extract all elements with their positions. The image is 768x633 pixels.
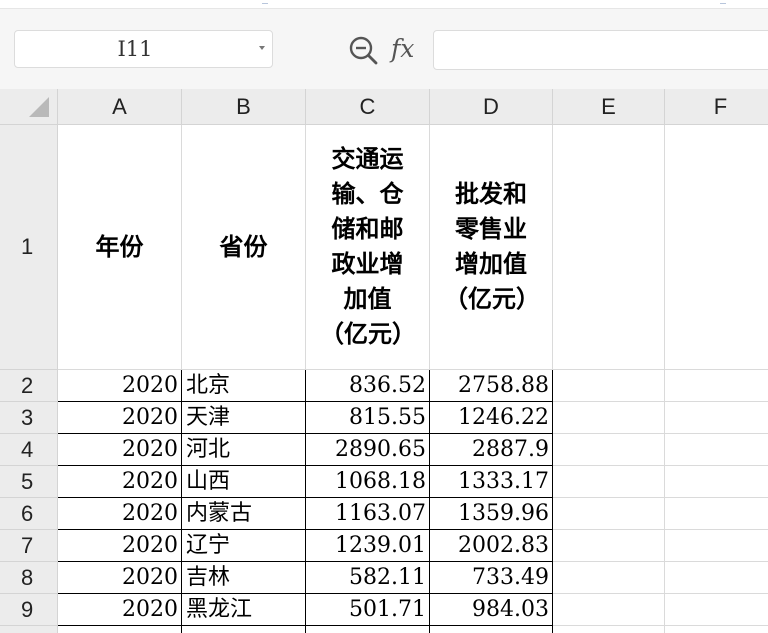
select-all-icon <box>29 97 49 117</box>
row-header-9[interactable]: 9 <box>0 594 58 626</box>
cell-d1-text: 批发和零售业增加值（亿元） <box>444 180 540 313</box>
cell-e4[interactable] <box>553 434 665 466</box>
cell-e1[interactable] <box>553 125 665 370</box>
cell-c1-text: 交通运输、仓储和邮政业增加值（亿元） <box>320 145 416 348</box>
zoom-search-icon[interactable] <box>348 35 378 65</box>
formula-input[interactable] <box>433 30 768 70</box>
row-header-2[interactable]: 2 <box>0 370 58 402</box>
cell-b4[interactable]: 河北 <box>182 434 306 466</box>
cell-a1[interactable]: 年份 <box>58 125 182 370</box>
column-header-f[interactable]: F <box>665 89 768 125</box>
cell-b1-text: 省份 <box>219 232 268 261</box>
column-header-c[interactable]: C <box>306 89 430 125</box>
cell-e8[interactable] <box>553 562 665 594</box>
row-header-next[interactable] <box>0 626 58 633</box>
cell-a9[interactable]: 2020 <box>58 594 182 626</box>
cell-b2[interactable]: 北京 <box>182 370 306 402</box>
cell-a5[interactable]: 2020 <box>58 466 182 498</box>
cell-c5[interactable]: 1068.18 <box>306 466 430 498</box>
cell-f9[interactable] <box>665 594 768 626</box>
cell-a2[interactable]: 2020 <box>58 370 182 402</box>
spreadsheet-grid: A B C D E F 1 2 3 4 5 6 7 8 9 年份 省份 交通运输… <box>0 89 768 633</box>
cell-d7[interactable]: 2002.83 <box>430 530 553 562</box>
name-box[interactable]: I11 <box>14 30 273 68</box>
cell-a8[interactable]: 2020 <box>58 562 182 594</box>
cell-a3[interactable]: 2020 <box>58 402 182 434</box>
cell-e6[interactable] <box>553 498 665 530</box>
cell-e3[interactable] <box>553 402 665 434</box>
cell-e9[interactable] <box>553 594 665 626</box>
cell-f4[interactable] <box>665 434 768 466</box>
window-top-strip <box>0 0 768 9</box>
cell-d9[interactable]: 984.03 <box>430 594 553 626</box>
row-header-8[interactable]: 8 <box>0 562 58 594</box>
cell-d4[interactable]: 2887.9 <box>430 434 553 466</box>
cell-e10[interactable] <box>553 626 665 633</box>
cell-b1[interactable]: 省份 <box>182 125 306 370</box>
cell-f6[interactable] <box>665 498 768 530</box>
column-header-d[interactable]: D <box>430 89 553 125</box>
select-all-corner[interactable] <box>0 89 58 125</box>
cell-f5[interactable] <box>665 466 768 498</box>
top-strip-marker <box>720 0 726 4</box>
cell-c2[interactable]: 836.52 <box>306 370 430 402</box>
cell-e7[interactable] <box>553 530 665 562</box>
top-strip-marker <box>262 0 268 4</box>
row-header-7[interactable]: 7 <box>0 530 58 562</box>
cell-a6[interactable]: 2020 <box>58 498 182 530</box>
row-header-5[interactable]: 5 <box>0 466 58 498</box>
row-header-1[interactable]: 1 <box>0 125 58 370</box>
cell-c6[interactable]: 1163.07 <box>306 498 430 530</box>
cell-c3[interactable]: 815.55 <box>306 402 430 434</box>
cell-d6[interactable]: 1359.96 <box>430 498 553 530</box>
cell-d3[interactable]: 1246.22 <box>430 402 553 434</box>
cell-c10[interactable] <box>306 626 430 633</box>
cell-c4[interactable]: 2890.65 <box>306 434 430 466</box>
cell-f2[interactable] <box>665 370 768 402</box>
cell-a7[interactable]: 2020 <box>58 530 182 562</box>
cell-a4[interactable]: 2020 <box>58 434 182 466</box>
formula-toolbar: I11 fx <box>0 9 768 89</box>
cell-f3[interactable] <box>665 402 768 434</box>
cell-d5[interactable]: 1333.17 <box>430 466 553 498</box>
cell-d1[interactable]: 批发和零售业增加值（亿元） <box>430 125 553 370</box>
name-box-dropdown-icon[interactable] <box>259 46 265 50</box>
cell-c8[interactable]: 582.11 <box>306 562 430 594</box>
cell-b5[interactable]: 山西 <box>182 466 306 498</box>
cell-c9[interactable]: 501.71 <box>306 594 430 626</box>
cell-f10[interactable] <box>665 626 768 633</box>
column-header-e[interactable]: E <box>553 89 665 125</box>
cell-e5[interactable] <box>553 466 665 498</box>
name-box-value: I11 <box>117 37 153 61</box>
cell-c7[interactable]: 1239.01 <box>306 530 430 562</box>
cell-b8[interactable]: 吉林 <box>182 562 306 594</box>
cell-d10[interactable] <box>430 626 553 633</box>
cell-f1[interactable] <box>665 125 768 370</box>
row-header-3[interactable]: 3 <box>0 402 58 434</box>
cell-d2[interactable]: 2758.88 <box>430 370 553 402</box>
cell-a1-text: 年份 <box>95 232 144 261</box>
cell-b3[interactable]: 天津 <box>182 402 306 434</box>
cell-b6[interactable]: 内蒙古 <box>182 498 306 530</box>
cell-f7[interactable] <box>665 530 768 562</box>
cell-b9[interactable]: 黑龙江 <box>182 594 306 626</box>
row-header-4[interactable]: 4 <box>0 434 58 466</box>
row-header-6[interactable]: 6 <box>0 498 58 530</box>
cell-d8[interactable]: 733.49 <box>430 562 553 594</box>
cell-b10[interactable] <box>182 626 306 633</box>
cell-b7[interactable]: 辽宁 <box>182 530 306 562</box>
column-header-a[interactable]: A <box>58 89 182 125</box>
function-icon[interactable]: fx <box>391 32 423 66</box>
column-header-b[interactable]: B <box>182 89 306 125</box>
cell-c1[interactable]: 交通运输、仓储和邮政业增加值（亿元） <box>306 125 430 370</box>
cell-e2[interactable] <box>553 370 665 402</box>
cell-f8[interactable] <box>665 562 768 594</box>
cell-a10[interactable] <box>58 626 182 633</box>
